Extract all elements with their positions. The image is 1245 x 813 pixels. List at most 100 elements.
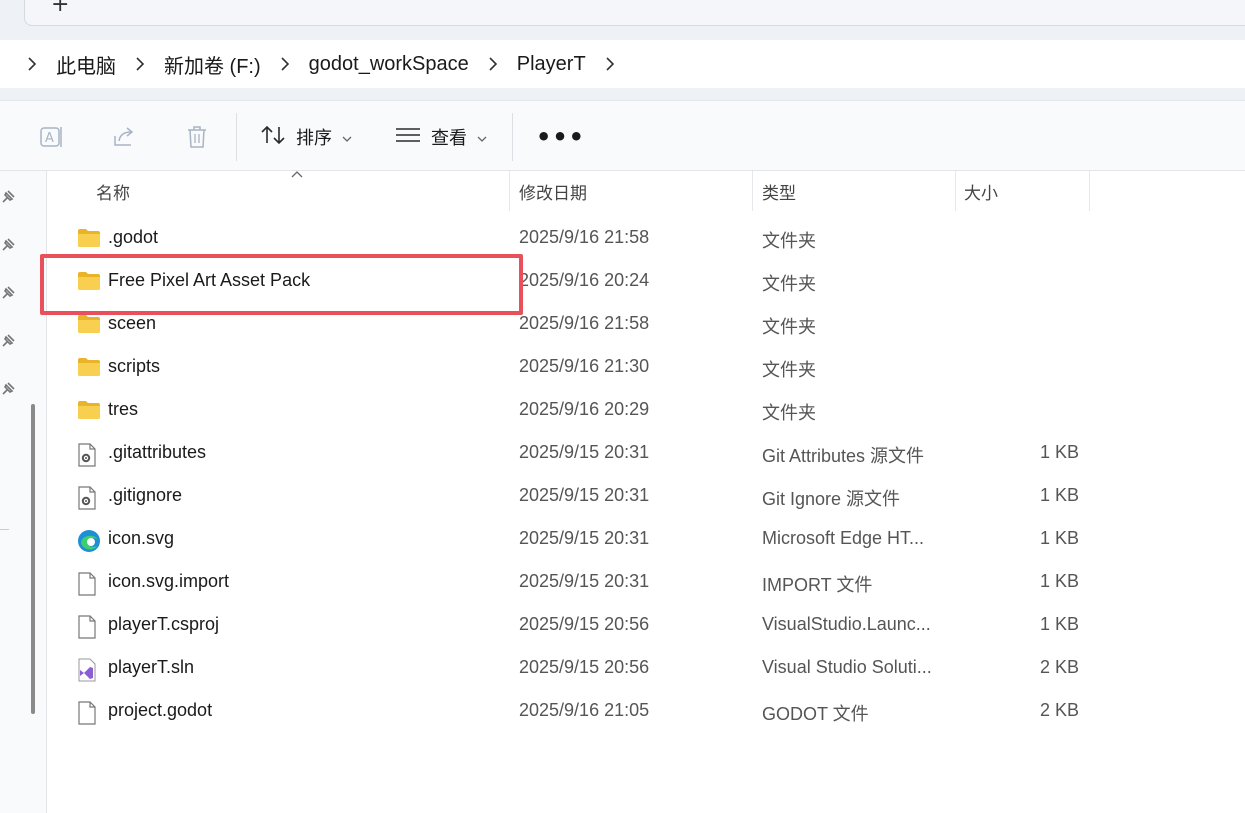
file-modified-date: 2025/9/15 20:31 [519, 485, 650, 505]
pin-icon[interactable] [0, 285, 16, 301]
svg-text:A: A [45, 131, 54, 146]
file-type: IMPORT 文件 [762, 575, 873, 595]
file-name[interactable]: .godot [108, 227, 158, 248]
folder-row[interactable]: .godot 2025/9/16 21:58 文件夹 [48, 218, 1245, 261]
column-type-label: 类型 [762, 183, 796, 203]
navigation-pane [0, 171, 47, 813]
file-modified-date: 2025/9/15 20:31 [519, 528, 650, 548]
file-modified-date: 2025/9/16 20:29 [519, 399, 650, 419]
chevron-right-icon[interactable] [130, 54, 150, 74]
column-modified[interactable]: 修改日期 [510, 171, 753, 211]
file-type: Git Ignore 源文件 [762, 489, 901, 509]
column-header-row: 名称 修改日期 类型 大小 [48, 171, 1245, 211]
file-modified-date: 2025/9/16 21:58 [519, 227, 650, 247]
file-size: 1 KB [1039, 614, 1079, 634]
column-name[interactable]: 名称 [48, 171, 510, 211]
file-name[interactable]: .gitattributes [108, 442, 206, 463]
file-size: 1 KB [1039, 571, 1079, 591]
file-type: 文件夹 [762, 360, 816, 380]
file-row[interactable]: icon.svg 2025/9/15 20:31 Microsoft Edge HT… [48, 519, 1245, 562]
toolbar-divider [512, 113, 513, 161]
breadcrumb-workspace[interactable]: godot_workSpace [295, 53, 483, 76]
file-size: 1 KB [1039, 528, 1079, 548]
file-name[interactable]: playerT.sln [108, 657, 194, 678]
folder-row[interactable]: tres 2025/9/16 20:29 文件夹 [48, 390, 1245, 433]
file-icon [77, 615, 101, 639]
file-name[interactable]: project.godot [108, 700, 212, 721]
chevron-right-icon[interactable] [600, 54, 620, 74]
file-icon [77, 572, 101, 596]
chevron-right-icon[interactable] [483, 54, 503, 74]
breadcrumb-playert[interactable]: PlayerT [503, 53, 600, 76]
rename-icon[interactable]: A [38, 123, 66, 151]
file-modified-date: 2025/9/15 20:31 [519, 442, 650, 462]
file-name[interactable]: sceen [108, 313, 156, 334]
file-size: 1 KB [1039, 485, 1079, 505]
folder-row[interactable]: scripts 2025/9/16 21:30 文件夹 [48, 347, 1245, 390]
file-row[interactable]: .gitignore 2025/9/15 20:31 Git Ignore 源文件 1… [48, 476, 1245, 519]
file-name[interactable]: tres [108, 399, 138, 420]
tab-area: + [24, 0, 1245, 26]
file-row[interactable]: playerT.sln 2025/9/15 20:56 Visual Studio … [48, 648, 1245, 691]
file-type: 文件夹 [762, 231, 816, 251]
view-button[interactable]: 查看 [395, 121, 487, 153]
pin-icon[interactable] [0, 381, 16, 397]
sort-label: 排序 [296, 128, 332, 148]
file-modified-date: 2025/9/16 21:30 [519, 356, 650, 376]
pin-icon[interactable] [0, 189, 16, 205]
file-row[interactable]: icon.svg.import 2025/9/15 20:31 IMPORT 文件 1… [48, 562, 1245, 605]
file-icon [77, 701, 101, 725]
column-size[interactable]: 大小 [956, 171, 1090, 211]
file-name[interactable]: .gitignore [108, 485, 182, 506]
folder-row[interactable]: Free Pixel Art Asset Pack 2025/9/16 20:24… [48, 261, 1245, 304]
file-type: 文件夹 [762, 403, 816, 423]
new-tab-button[interactable]: + [51, 0, 69, 16]
file-type: Visual Studio Soluti... [762, 657, 932, 677]
share-icon[interactable] [110, 123, 138, 151]
chevron-right-icon[interactable] [22, 54, 42, 74]
folder-icon [77, 228, 101, 250]
delete-icon[interactable] [183, 123, 211, 151]
chevron-down-icon [477, 127, 487, 148]
visual-studio-icon [77, 658, 101, 682]
file-type: Microsoft Edge HT... [762, 528, 925, 548]
file-name[interactable]: icon.svg [108, 528, 174, 549]
more-options-button[interactable]: ••• [536, 125, 585, 149]
file-modified-date: 2025/9/15 20:56 [519, 614, 650, 634]
file-name[interactable]: scripts [108, 356, 160, 377]
pin-icon[interactable] [0, 333, 16, 349]
breadcrumb-drive[interactable]: 新加卷 (F:) [150, 50, 275, 79]
file-type: VisualStudio.Launc... [762, 614, 931, 634]
folder-icon [77, 271, 101, 293]
file-name[interactable]: playerT.csproj [108, 614, 219, 635]
file-name[interactable]: icon.svg.import [108, 571, 229, 592]
file-type: 文件夹 [762, 317, 816, 337]
file-modified-date: 2025/9/15 20:31 [519, 571, 650, 591]
address-gap [0, 88, 1245, 100]
config-file-icon [77, 443, 101, 467]
file-type: 文件夹 [762, 274, 816, 294]
folder-row[interactable]: sceen 2025/9/16 21:58 文件夹 [48, 304, 1245, 347]
toolbar-divider [236, 113, 237, 161]
column-name-label: 名称 [96, 183, 130, 203]
file-modified-date: 2025/9/16 20:24 [519, 270, 650, 290]
sort-button[interactable]: 排序 [260, 121, 352, 153]
file-name[interactable]: Free Pixel Art Asset Pack [108, 270, 310, 291]
view-list-icon [395, 125, 421, 150]
file-row[interactable]: .gitattributes 2025/9/15 20:31 Git Attribu… [48, 433, 1245, 476]
column-type[interactable]: 类型 [753, 171, 956, 211]
config-file-icon [77, 486, 101, 510]
command-bar: A 排序 查看 ••• [0, 100, 1245, 171]
chevron-right-icon[interactable] [275, 54, 295, 74]
file-row[interactable]: playerT.csproj 2025/9/15 20:56 VisualStudi… [48, 605, 1245, 648]
tab-strip: + [0, 0, 1245, 40]
file-modified-date: 2025/9/15 20:56 [519, 657, 650, 677]
nav-scrollbar[interactable] [31, 404, 35, 714]
file-type: Git Attributes 源文件 [762, 446, 925, 466]
file-row[interactable]: project.godot 2025/9/16 21:05 GODOT 文件 2 KB [48, 691, 1245, 734]
address-bar[interactable]: 此电脑 新加卷 (F:) godot_workSpace PlayerT [0, 40, 1220, 88]
file-list: .godot 2025/9/16 21:58 文件夹 Free Pixel Art A… [48, 218, 1245, 734]
column-size-label: 大小 [964, 183, 998, 203]
pin-icon[interactable] [0, 237, 16, 253]
breadcrumb-this-pc[interactable]: 此电脑 [42, 50, 130, 79]
